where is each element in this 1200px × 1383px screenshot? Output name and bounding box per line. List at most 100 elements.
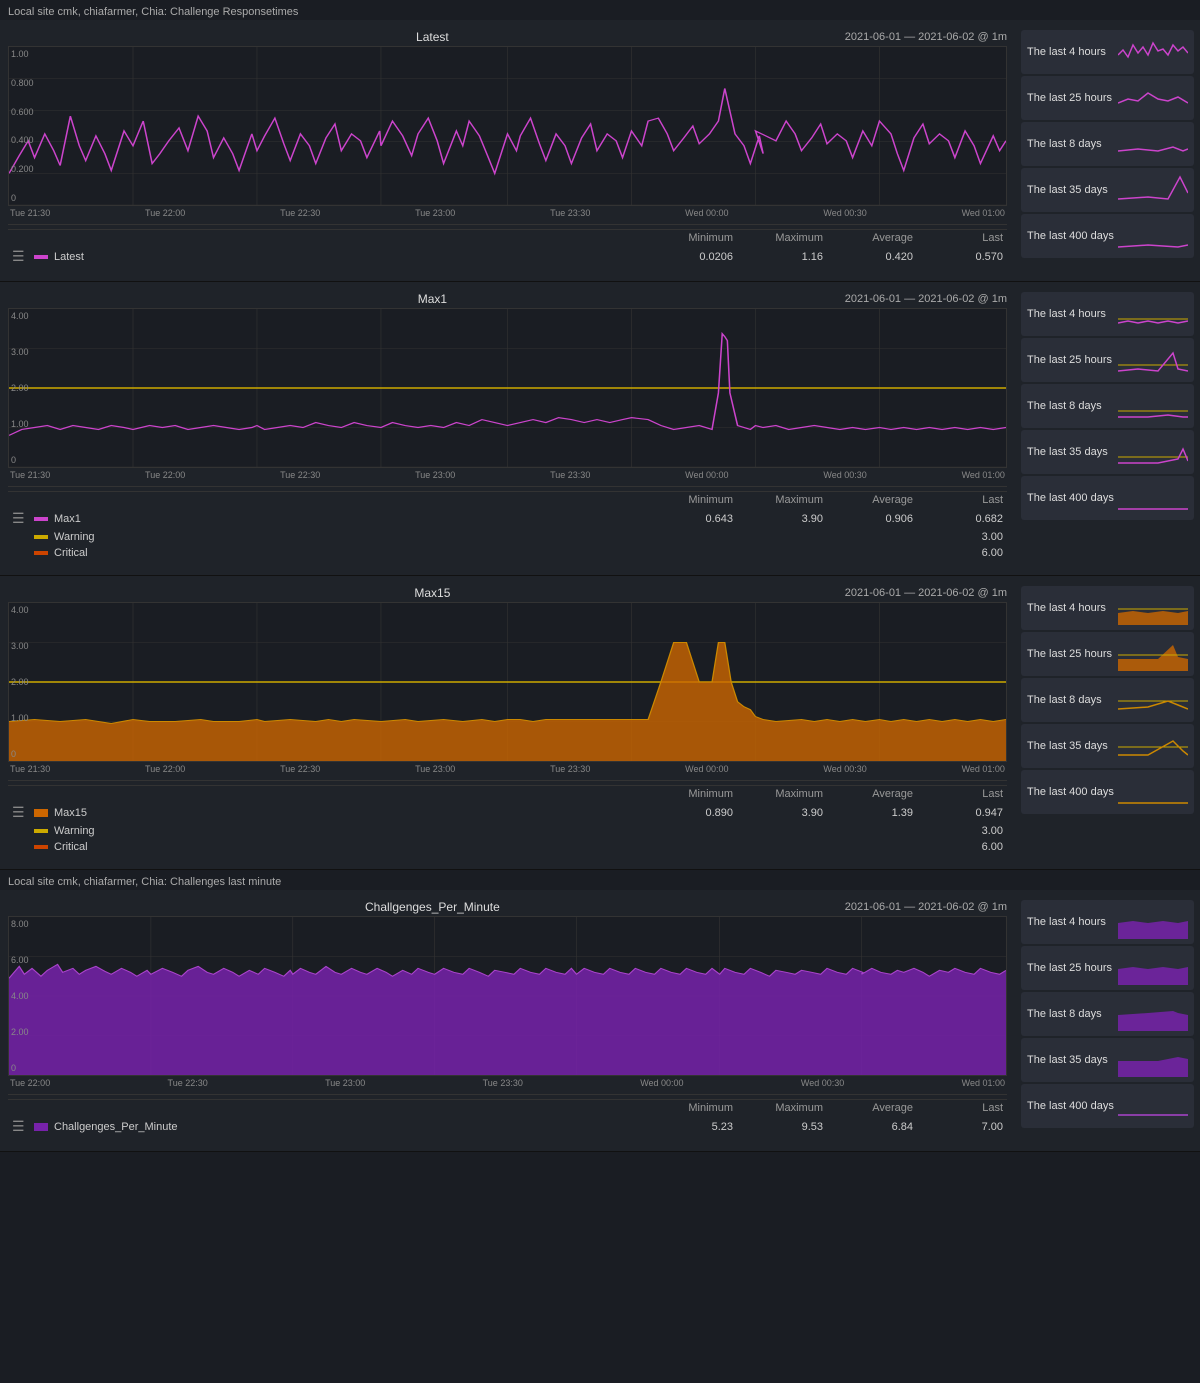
mini-spark-400d-max1 bbox=[1118, 481, 1188, 515]
sidebar-item-25hours-max1[interactable]: The last 25 hours bbox=[1021, 338, 1194, 382]
chart-area-latest: Latest 2021-06-01 — 2021-06-02 @ 1m bbox=[0, 26, 1015, 275]
mini-spark-25h-max15 bbox=[1118, 637, 1188, 671]
mini-spark-4h-max1 bbox=[1118, 297, 1188, 331]
sidebar-item-400days-latest[interactable]: The last 400 days bbox=[1021, 214, 1194, 258]
panel-latest: Latest 2021-06-01 — 2021-06-02 @ 1m bbox=[0, 20, 1200, 282]
mini-label-25h-latest: The last 25 hours bbox=[1027, 92, 1112, 104]
legend-label-latest: Latest bbox=[54, 251, 637, 263]
mini-label-8d-max1: The last 8 days bbox=[1027, 400, 1102, 412]
sidebar-item-4hours-latest[interactable]: The last 4 hours bbox=[1021, 30, 1194, 74]
chart-date-latest: 2021-06-01 — 2021-06-02 @ 1m bbox=[845, 31, 1007, 43]
legend-label-max15: Max15 bbox=[54, 807, 637, 819]
legend-stats-max15: 0.890 3.90 1.39 0.947 bbox=[643, 807, 1003, 819]
sidebar-item-8days-max15[interactable]: The last 8 days bbox=[1021, 678, 1194, 722]
legend-label-critical-max15: Critical bbox=[54, 841, 637, 853]
panel-cpm: Challgenges_Per_Minute 2021-06-01 — 2021… bbox=[0, 890, 1200, 1152]
hamburger-icon-max15[interactable]: ☰ bbox=[12, 804, 28, 821]
legend-icon-warning bbox=[34, 532, 48, 542]
mini-spark-35d-max1 bbox=[1118, 435, 1188, 469]
hamburger-icon-latest[interactable]: ☰ bbox=[12, 248, 28, 265]
x-labels-max1: Tue 21:30Tue 22:00Tue 22:30Tue 23:00Tue … bbox=[8, 470, 1007, 480]
sidebar-item-4hours-max15[interactable]: The last 4 hours bbox=[1021, 586, 1194, 630]
legend-label-critical-max1: Critical bbox=[54, 547, 637, 559]
hamburger-icon-max1[interactable]: ☰ bbox=[12, 510, 28, 527]
mini-spark-35d-cpm bbox=[1118, 1043, 1188, 1077]
mini-spark-8d-max1 bbox=[1118, 389, 1188, 423]
sidebar-item-25hours-cpm[interactable]: The last 25 hours bbox=[1021, 946, 1194, 990]
legend-icon-critical bbox=[34, 548, 48, 558]
chart-date-cpm: 2021-06-01 — 2021-06-02 @ 1m bbox=[845, 901, 1007, 913]
mini-label-400d-max1: The last 400 days bbox=[1027, 492, 1114, 504]
legend-label-cpm: Challgenges_Per_Minute bbox=[54, 1121, 637, 1133]
mini-spark-8d-latest bbox=[1118, 127, 1188, 161]
chart-title-max1: Max1 bbox=[28, 292, 837, 306]
sidebar-item-4hours-cpm[interactable]: The last 4 hours bbox=[1021, 900, 1194, 944]
mini-label-35d-latest: The last 35 days bbox=[1027, 184, 1108, 196]
chart-max1: 4.003.002.001.000 bbox=[8, 308, 1007, 468]
legend-header-cpm: Minimum Maximum Average Last bbox=[8, 1099, 1007, 1116]
mini-label-4h-latest: The last 4 hours bbox=[1027, 46, 1106, 58]
sidebar-item-35days-cpm[interactable]: The last 35 days bbox=[1021, 1038, 1194, 1082]
sidebar-item-8days-cpm[interactable]: The last 8 days bbox=[1021, 992, 1194, 1036]
mini-label-8d-max15: The last 8 days bbox=[1027, 694, 1102, 706]
mini-spark-4h-cpm bbox=[1118, 905, 1188, 939]
sidebar-max1: The last 4 hours The last 25 hours The l… bbox=[1015, 288, 1200, 569]
panel-max1: Max1 2021-06-01 — 2021-06-02 @ 1m bbox=[0, 282, 1200, 576]
x-labels-cpm: Tue 22:00Tue 22:30Tue 23:00Tue 23:30Wed … bbox=[8, 1078, 1007, 1088]
chart-title-max15: Max15 bbox=[28, 586, 837, 600]
mini-label-8d-cpm: The last 8 days bbox=[1027, 1008, 1102, 1020]
chart-date-max15: 2021-06-01 — 2021-06-02 @ 1m bbox=[845, 587, 1007, 599]
mini-label-4h-cpm: The last 4 hours bbox=[1027, 916, 1106, 928]
mini-spark-4h-latest bbox=[1118, 35, 1188, 69]
sidebar-latest: The last 4 hours The last 25 hours The l… bbox=[1015, 26, 1200, 275]
mini-label-35d-max1: The last 35 days bbox=[1027, 446, 1108, 458]
legend-stats-warning-max1: 3.00 bbox=[643, 531, 1003, 543]
mini-label-25h-cpm: The last 25 hours bbox=[1027, 962, 1112, 974]
sidebar-item-25hours-max15[interactable]: The last 25 hours bbox=[1021, 632, 1194, 676]
mini-label-400d-max15: The last 400 days bbox=[1027, 786, 1114, 798]
legend-icon-latest bbox=[34, 252, 48, 262]
mini-label-25h-max1: The last 25 hours bbox=[1027, 354, 1112, 366]
legend-stats-latest: 0.0206 1.16 0.420 0.570 bbox=[643, 251, 1003, 263]
sidebar-cpm: The last 4 hours The last 25 hours The l… bbox=[1015, 896, 1200, 1145]
section-title-2: Local site cmk, chiafarmer, Chia: Challe… bbox=[0, 870, 1200, 890]
legend-stats-max1: 0.643 3.90 0.906 0.682 bbox=[643, 513, 1003, 525]
mini-spark-35d-latest bbox=[1118, 173, 1188, 207]
sidebar-item-35days-max15[interactable]: The last 35 days bbox=[1021, 724, 1194, 768]
legend-stats-critical-max1: 6.00 bbox=[643, 547, 1003, 559]
legend-row-warning-max15: Warning 3.00 bbox=[8, 823, 1007, 839]
chart-date-max1: 2021-06-01 — 2021-06-02 @ 1m bbox=[845, 293, 1007, 305]
chart-title-latest: Latest bbox=[28, 30, 837, 44]
legend-row-warning-max1: Warning 3.00 bbox=[8, 529, 1007, 545]
sidebar-item-4hours-max1[interactable]: The last 4 hours bbox=[1021, 292, 1194, 336]
mini-spark-25h-latest bbox=[1118, 81, 1188, 115]
sidebar-item-400days-max1[interactable]: The last 400 days bbox=[1021, 476, 1194, 520]
mini-label-35d-max15: The last 35 days bbox=[1027, 740, 1108, 752]
legend-row-critical-max15: Critical 6.00 bbox=[8, 839, 1007, 855]
legend-stats-cpm: 5.23 9.53 6.84 7.00 bbox=[643, 1121, 1003, 1133]
sidebar-item-25hours-latest[interactable]: The last 25 hours bbox=[1021, 76, 1194, 120]
legend-header-max15: Minimum Maximum Average Last bbox=[8, 785, 1007, 802]
mini-spark-4h-max15 bbox=[1118, 591, 1188, 625]
chart-title-cpm: Challgenges_Per_Minute bbox=[28, 900, 837, 914]
chart-area-max1: Max1 2021-06-01 — 2021-06-02 @ 1m bbox=[0, 288, 1015, 569]
sidebar-item-400days-cpm[interactable]: The last 400 days bbox=[1021, 1084, 1194, 1128]
mini-spark-400d-cpm bbox=[1118, 1089, 1188, 1123]
mini-label-8d-latest: The last 8 days bbox=[1027, 138, 1102, 150]
chart-area-max15: Max15 2021-06-01 — 2021-06-02 @ 1m bbox=[0, 582, 1015, 863]
legend-row-critical-max1: Critical 6.00 bbox=[8, 545, 1007, 561]
legend-icon-max1 bbox=[34, 514, 48, 524]
hamburger-icon-cpm[interactable]: ☰ bbox=[12, 1118, 28, 1135]
sidebar-item-8days-max1[interactable]: The last 8 days bbox=[1021, 384, 1194, 428]
mini-spark-25h-cpm bbox=[1118, 951, 1188, 985]
sidebar-item-8days-latest[interactable]: The last 8 days bbox=[1021, 122, 1194, 166]
mini-spark-25h-max1 bbox=[1118, 343, 1188, 377]
legend-row-max1: ☰ Max1 0.643 3.90 0.906 0.682 bbox=[8, 508, 1007, 529]
sidebar-item-35days-max1[interactable]: The last 35 days bbox=[1021, 430, 1194, 474]
legend-header-max1: Minimum Maximum Average Last bbox=[8, 491, 1007, 508]
sidebar-item-400days-max15[interactable]: The last 400 days bbox=[1021, 770, 1194, 814]
mini-label-4h-max1: The last 4 hours bbox=[1027, 308, 1106, 320]
mini-spark-8d-max15 bbox=[1118, 683, 1188, 717]
sidebar-item-35days-latest[interactable]: The last 35 days bbox=[1021, 168, 1194, 212]
legend-label-warning-max15: Warning bbox=[54, 825, 637, 837]
